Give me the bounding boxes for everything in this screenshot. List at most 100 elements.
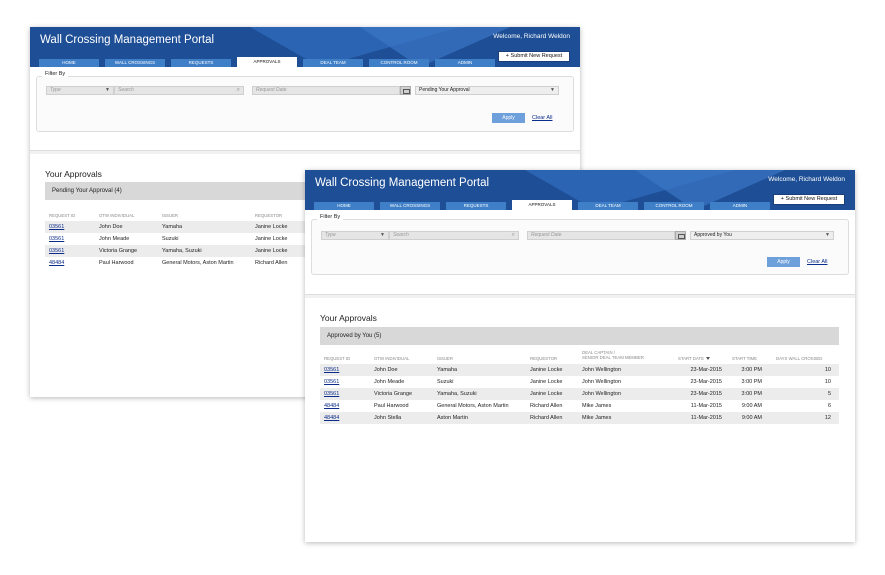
section-title: Your Approvals — [320, 313, 377, 323]
tab-home[interactable]: HOME — [314, 202, 374, 210]
individual-cell: Victoria Grange — [99, 248, 138, 254]
request-id-link[interactable]: 48484 — [324, 400, 339, 412]
start-date-cell: 23-Mar-2015 — [690, 367, 723, 373]
stage: Wall Crossing Management Portal Welcome,… — [0, 0, 885, 575]
tab-requests[interactable]: REQUESTS — [171, 59, 231, 67]
individual-cell: Victoria Grange — [374, 391, 413, 397]
issuer-cell: Aston Martin — [437, 415, 468, 421]
tab-deal-team[interactable]: DEAL TEAM — [578, 202, 638, 210]
tab-requests[interactable]: REQUESTS — [446, 202, 506, 210]
start-date-cell: 23-Mar-2015 — [690, 391, 723, 397]
captain-cell: Mike James — [582, 403, 612, 409]
requestor-cell: Janine Locke — [530, 367, 563, 373]
search-input[interactable]: Search ⌕ — [389, 231, 519, 240]
issuer-cell: Yamaha — [437, 367, 458, 373]
clear-all-link[interactable]: Clear All — [807, 259, 827, 265]
table-row[interactable]: 03561 John Doe Yamaha Janine Locke John … — [320, 364, 839, 376]
welcome-text: Welcome, Richard Weldon — [493, 33, 570, 40]
start-time-cell: 3:00 PM — [741, 379, 762, 385]
start-time-cell: 9:00 AM — [741, 403, 762, 409]
tab-approvals[interactable]: APPROVALS — [512, 200, 572, 210]
filter-box — [36, 76, 574, 132]
tab-wall-crossings[interactable]: WALL CROSSINGS — [105, 59, 165, 67]
request-id-link[interactable]: 03561 — [49, 245, 64, 257]
tab-deal-team[interactable]: DEAL TEAM — [303, 59, 363, 67]
issuer-cell: Suzuki — [437, 379, 454, 385]
request-id-link[interactable]: 48484 — [324, 412, 339, 424]
start-time-cell: 3:00 PM — [741, 367, 762, 373]
tab-approvals[interactable]: APPROVALS — [237, 57, 297, 67]
table-row[interactable]: 03561 Victoria Grange Yamaha, Suzuki Jan… — [320, 388, 839, 400]
individual-cell: John Doe — [99, 224, 123, 230]
request-id-link[interactable]: 03561 — [49, 233, 64, 245]
col-days-wall-crossed[interactable]: DAYS WALL CROSSED — [776, 356, 822, 361]
calendar-icon[interactable] — [675, 231, 686, 240]
type-select[interactable]: Type ▼ — [321, 231, 389, 240]
start-time-cell: 9:00 AM — [741, 415, 762, 421]
col-start-time[interactable]: START TIME — [732, 356, 757, 361]
col-issuer[interactable]: ISSUER — [162, 213, 178, 218]
type-placeholder: Type — [325, 232, 336, 238]
requestor-cell: Richard Allen — [530, 403, 563, 409]
front-portal-window: Wall Crossing Management Portal Welcome,… — [305, 170, 855, 542]
col-request-id[interactable]: REQUEST ID — [49, 213, 75, 218]
col-request-id[interactable]: REQUEST ID — [324, 356, 350, 361]
request-id-link[interactable]: 03561 — [324, 364, 339, 376]
tab-control-room[interactable]: CONTROL ROOM — [644, 202, 704, 210]
issuer-cell: Yamaha, Suzuki — [437, 391, 477, 397]
table-row[interactable]: 48484 Paul Harwood General Motors, Aston… — [320, 400, 839, 412]
group-header: Approved by You (5) — [320, 327, 839, 345]
clear-all-link[interactable]: Clear All — [532, 115, 552, 121]
captain-cell: John Wellington — [582, 379, 622, 385]
col-individual[interactable]: OTW INDIVIDUAL — [374, 356, 409, 361]
col-start-date[interactable]: START DATE — [678, 356, 710, 361]
tab-admin[interactable]: ADMIN — [435, 59, 495, 67]
apply-button[interactable]: Apply — [492, 113, 525, 123]
days-cell: 10 — [824, 367, 831, 373]
request-date-input[interactable]: Request Date — [527, 231, 675, 240]
requestor-cell: Janine Locke — [255, 224, 288, 230]
status-select[interactable]: Pending Your Approval ▼ — [415, 86, 559, 95]
request-id-link[interactable]: 03561 — [49, 221, 64, 233]
table-row[interactable]: 48484 John Stella Aston Martin Richard A… — [320, 412, 839, 424]
days-cell: 10 — [824, 379, 831, 385]
col-deal-captain[interactable]: DEAL CAPTAIN / SENIOR DEAL TEAM MEMBER — [582, 350, 644, 360]
requestor-cell: Janine Locke — [530, 379, 563, 385]
main-nav: HOME WALL CROSSINGS REQUESTS APPROVALS D… — [30, 57, 580, 67]
col-requestor[interactable]: REQUESTOR — [255, 213, 282, 218]
date-placeholder: Request Date — [256, 87, 287, 93]
request-date-input[interactable]: Request Date — [252, 86, 400, 95]
tab-home[interactable]: HOME — [39, 59, 99, 67]
search-input[interactable]: Search ⌕ — [114, 86, 244, 95]
individual-cell: John Meade — [99, 236, 130, 242]
individual-cell: John Stella — [374, 415, 402, 421]
captain-cell: John Wellington — [582, 391, 622, 397]
captain-cell: Mike James — [582, 415, 612, 421]
tab-wall-crossings[interactable]: WALL CROSSINGS — [380, 202, 440, 210]
chevron-down-icon: ▼ — [380, 232, 385, 238]
section-title: Your Approvals — [45, 169, 102, 179]
table-row[interactable]: 03561 John Meade Suzuki Janine Locke Joh… — [320, 376, 839, 388]
tab-admin[interactable]: ADMIN — [710, 202, 770, 210]
request-id-link[interactable]: 03561 — [324, 376, 339, 388]
chevron-down-icon: ▼ — [105, 87, 110, 93]
search-placeholder: Search — [393, 232, 409, 238]
col-issuer[interactable]: ISSUER — [437, 356, 453, 361]
type-select[interactable]: Type ▼ — [46, 86, 114, 95]
col-requestor[interactable]: REQUESTOR — [530, 356, 557, 361]
portal-title: Wall Crossing Management Portal — [40, 34, 215, 46]
days-cell: 12 — [824, 415, 831, 421]
issuer-cell: Yamaha — [162, 224, 183, 230]
request-id-link[interactable]: 48484 — [49, 257, 64, 269]
request-id-link[interactable]: 03561 — [324, 388, 339, 400]
status-select[interactable]: Approved by You ▼ — [690, 231, 834, 240]
tab-control-room[interactable]: CONTROL ROOM — [369, 59, 429, 67]
days-cell: 5 — [827, 391, 831, 397]
calendar-icon[interactable] — [400, 86, 411, 95]
apply-button[interactable]: Apply — [767, 257, 800, 267]
filter-label: Filter By — [42, 71, 69, 77]
requestor-cell: Janine Locke — [530, 391, 563, 397]
col-individual[interactable]: OTW INDIVIDUAL — [99, 213, 134, 218]
filter-label: Filter By — [317, 214, 344, 220]
issuer-cell: General Motors, Aston Martin — [162, 260, 234, 266]
